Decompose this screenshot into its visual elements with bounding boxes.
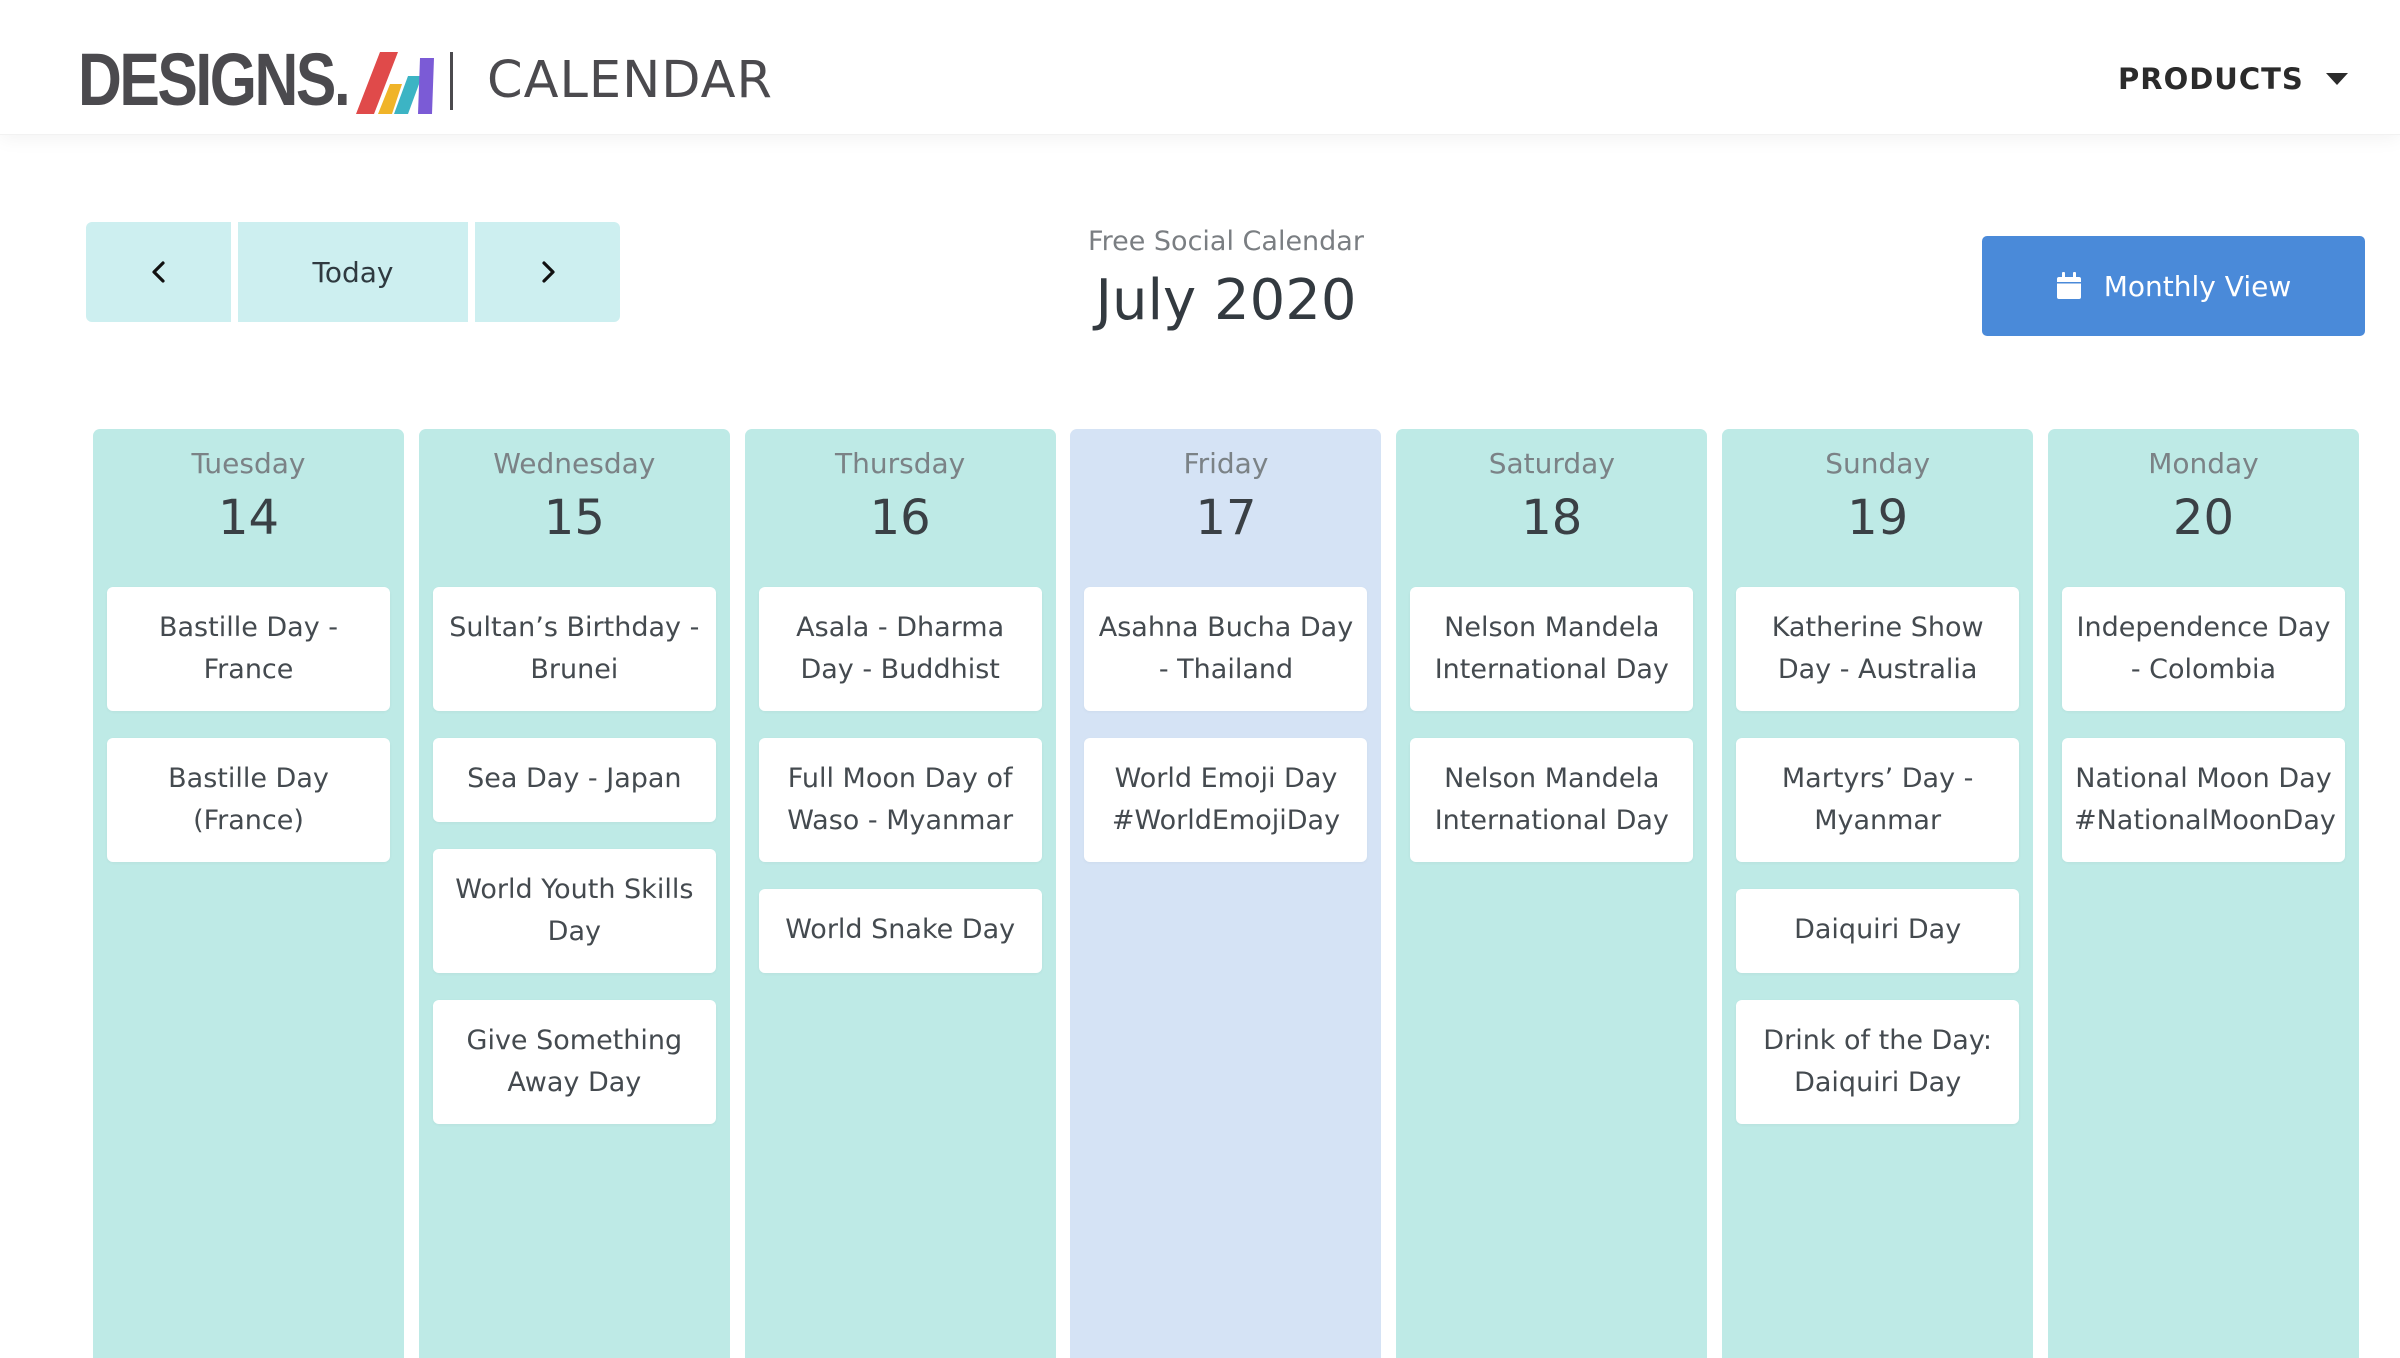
monthly-view-button[interactable]: Monthly View [1982, 236, 2365, 336]
event-card[interactable]: Sultan’s Birthday - Brunei [432, 587, 716, 711]
event-card[interactable]: World Emoji Day #WorldEmojiDay [1084, 738, 1368, 862]
section-title: CALENDAR [487, 51, 773, 110]
day-column-sunday: Sunday 19 Katherine Show Day - Australia Ma… [1722, 429, 2034, 1358]
event-list: Nelson Mandela International Day Nelson M… [1396, 587, 1707, 862]
event-list: Bastille Day - France Bastille Day (Franc… [93, 587, 404, 862]
day-number: 14 [217, 490, 280, 546]
event-card[interactable]: World Snake Day [758, 889, 1042, 973]
day-column-thursday: Thursday 16 Asala - Dharma Day - Buddhist F… [744, 429, 1056, 1358]
monthly-view-label: Monthly View [2103, 269, 2292, 303]
week-columns: Tuesday 14 Bastille Day - France Bastille D… [93, 429, 2359, 1358]
event-card[interactable]: Independence Day - Colombia [2061, 587, 2345, 711]
day-name: Sunday [1825, 447, 1931, 480]
calendar-icon [2056, 272, 2081, 299]
top-header: DESIGNS. CALENDAR PRODUCTS [0, 0, 2400, 135]
day-name: Saturday [1488, 447, 1615, 480]
event-card[interactable]: Full Moon Day of Waso - Myanmar [758, 738, 1042, 862]
day-column-friday: Friday 17 Asahna Bucha Day - Thailand World… [1070, 429, 1382, 1358]
brand-wordmark: DESIGNS. [78, 38, 351, 121]
day-name: Friday [1183, 447, 1269, 480]
event-card[interactable]: Bastille Day (France) [107, 738, 390, 862]
day-column-monday: Monday 20 Independence Day - Colombia Natio… [2047, 429, 2359, 1358]
event-card[interactable]: Sea Day - Japan [432, 738, 716, 822]
event-card[interactable]: Daiquiri Day [1736, 889, 2020, 973]
day-name: Tuesday [191, 447, 306, 480]
event-list: Independence Day - Colombia National Moon… [2048, 587, 2359, 862]
day-number: 18 [1521, 490, 1583, 546]
event-card[interactable]: Asala - Dharma Day - Buddhist [758, 587, 1042, 711]
products-label: PRODUCTS [2118, 62, 2304, 96]
brand-logo[interactable]: DESIGNS. [78, 38, 434, 121]
products-menu[interactable]: PRODUCTS [2118, 62, 2348, 96]
event-card[interactable]: Nelson Mandela International Day [1410, 738, 1694, 862]
day-number: 20 [2172, 490, 2234, 546]
day-name: Wednesday [493, 447, 656, 480]
day-number: 15 [543, 490, 605, 546]
event-list: Asala - Dharma Day - Buddhist Full Moon D… [745, 587, 1056, 973]
event-list: Asahna Bucha Day - Thailand World Emoji D… [1070, 587, 1381, 862]
day-number: 17 [1195, 490, 1257, 546]
day-number: 16 [869, 490, 931, 546]
brand-separator [450, 52, 453, 110]
day-column-tuesday: Tuesday 14 Bastille Day - France Bastille D… [93, 429, 404, 1358]
event-card[interactable]: Give Something Away Day [432, 1000, 716, 1124]
event-list: Katherine Show Day - Australia Martyrs’ D… [1722, 587, 2033, 1124]
brand-ai-mark [356, 52, 434, 114]
event-card[interactable]: Asahna Bucha Day - Thailand [1084, 587, 1368, 711]
day-name: Monday [2148, 447, 2259, 480]
event-card[interactable]: National Moon Day #NationalMoonDay [2061, 738, 2345, 862]
caret-down-icon [2325, 73, 2348, 85]
event-card[interactable]: World Youth Skills Day [432, 849, 716, 973]
event-card[interactable]: Drink of the Day: Daiquiri Day [1736, 1000, 2020, 1124]
event-card[interactable]: Bastille Day - France [107, 587, 390, 711]
day-name: Thursday [835, 447, 966, 480]
event-list: Sultan’s Birthday - Brunei Sea Day - Japa… [419, 587, 730, 1124]
day-number: 19 [1847, 490, 1909, 546]
event-card[interactable]: Martyrs’ Day - Myanmar [1736, 738, 2020, 862]
day-column-saturday: Saturday 18 Nelson Mandela International D… [1396, 429, 1708, 1358]
event-card[interactable]: Katherine Show Day - Australia [1736, 587, 2020, 711]
day-column-wednesday: Wednesday 15 Sultan’s Birthday - Brunei Sea… [418, 429, 730, 1358]
event-card[interactable]: Nelson Mandela International Day [1410, 587, 1694, 711]
